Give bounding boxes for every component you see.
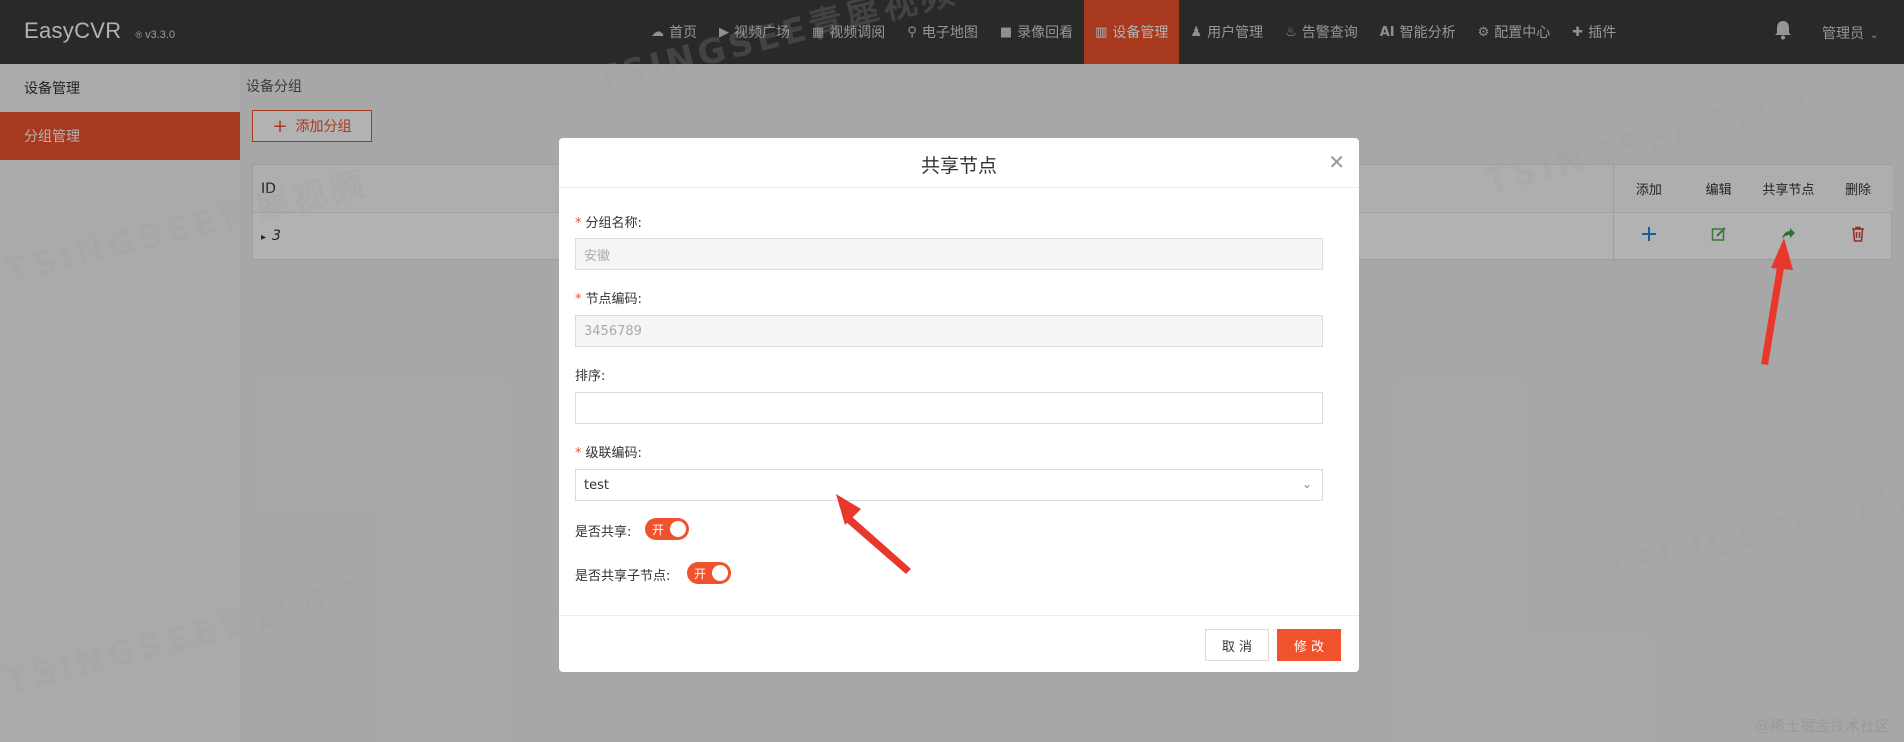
source-credit: @稀土掘金技术社区 xyxy=(1754,717,1890,735)
annotation-arrows xyxy=(836,238,1793,574)
annotation-arrow-cascade-select xyxy=(836,494,911,574)
annotation-arrow-share-icon xyxy=(1761,238,1793,365)
